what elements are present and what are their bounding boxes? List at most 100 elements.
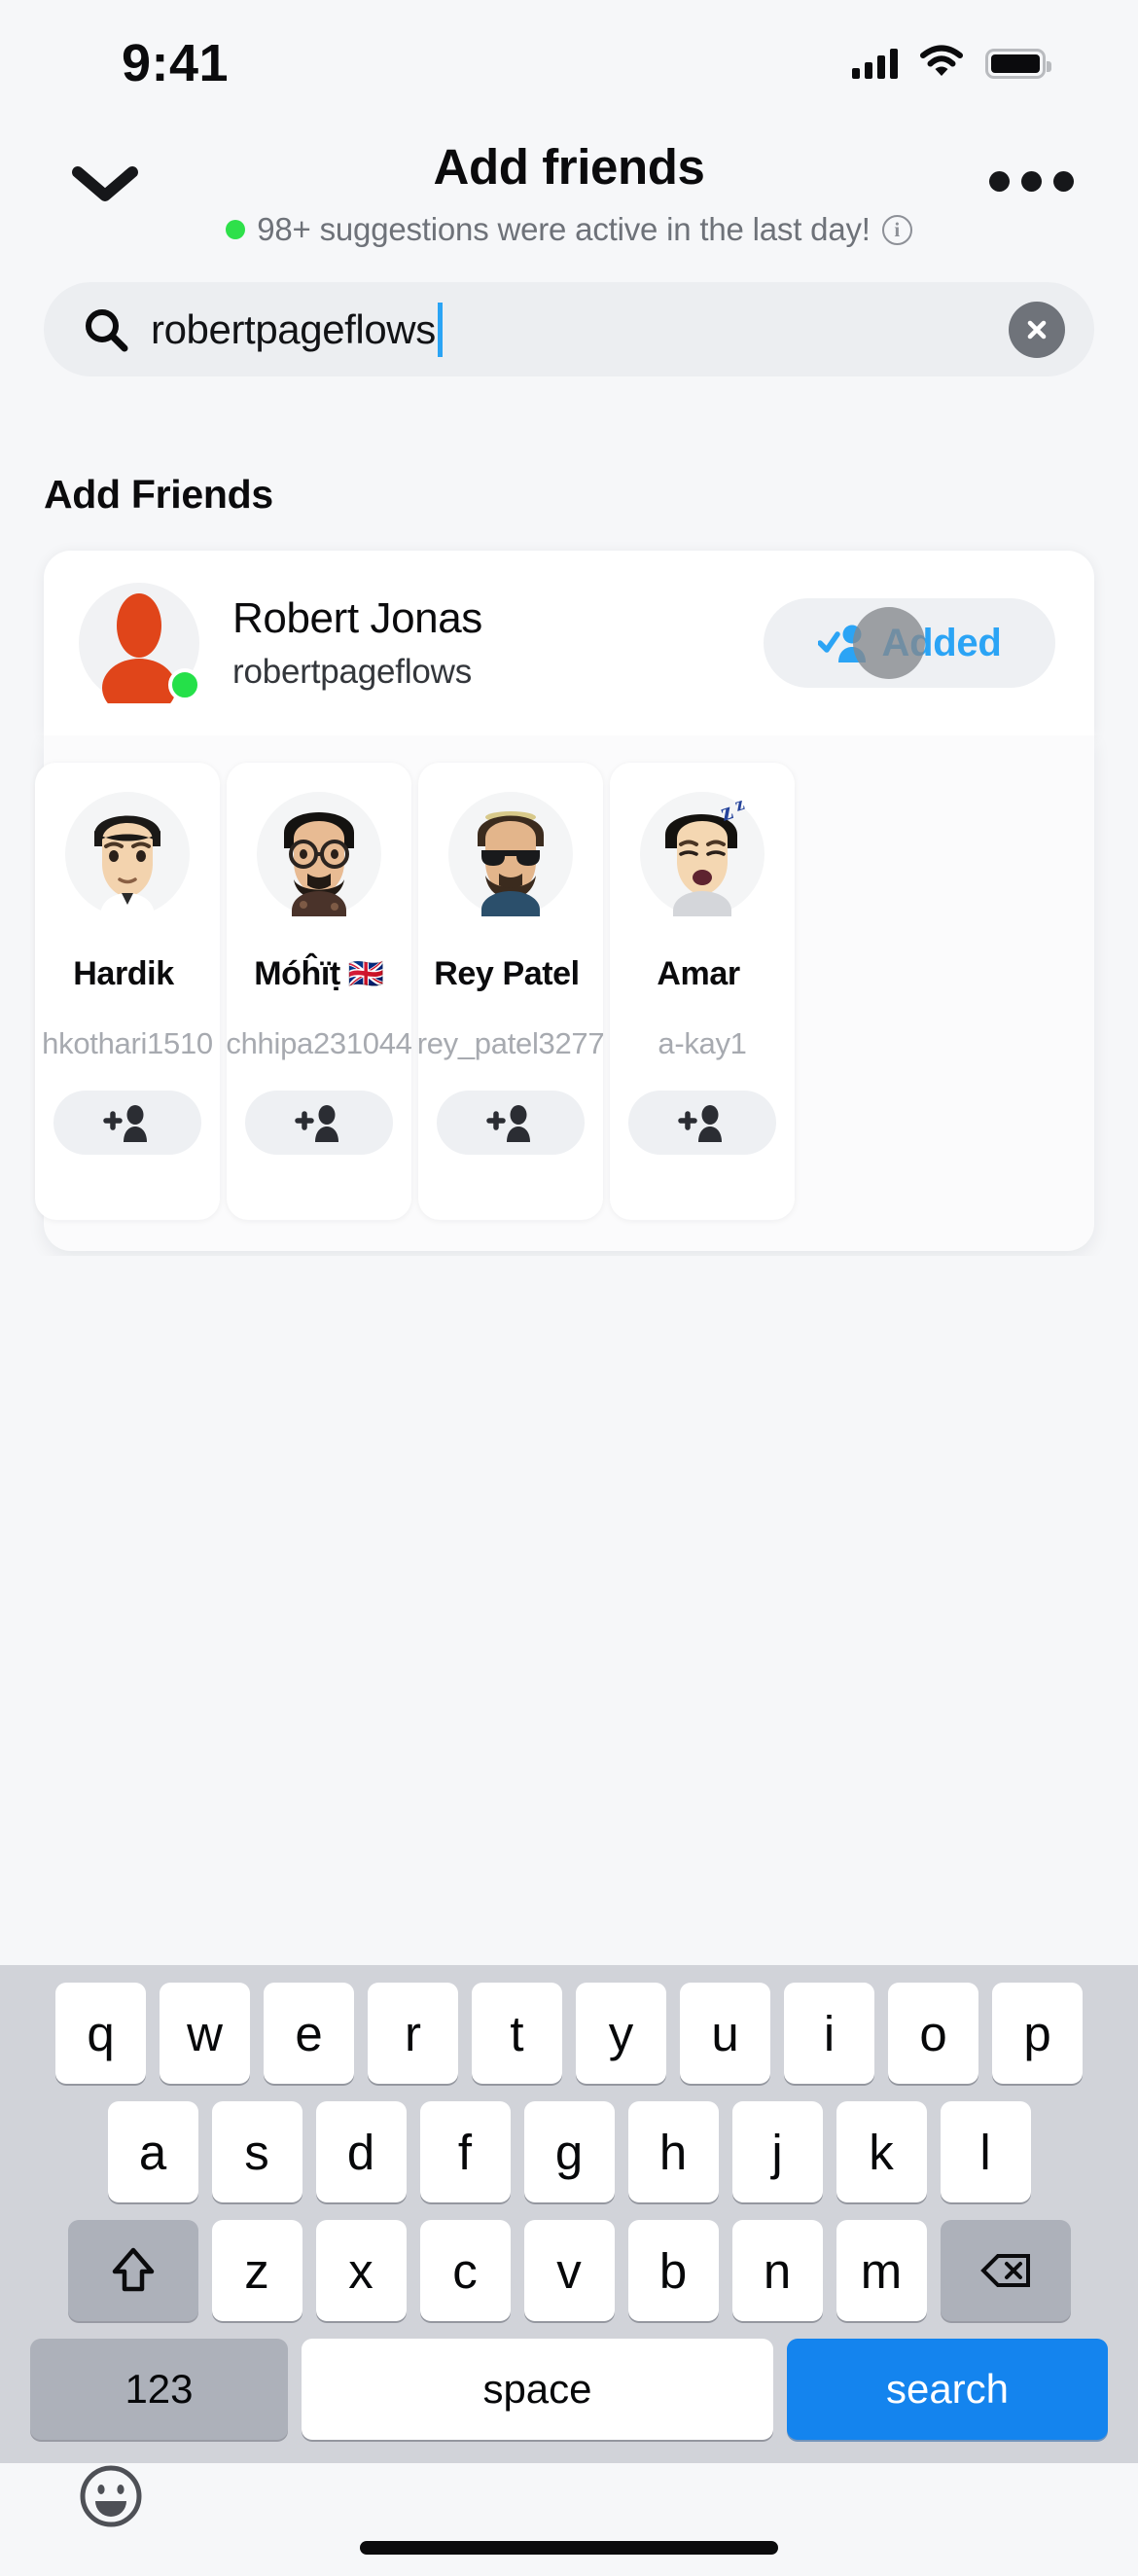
text-caret <box>437 302 443 357</box>
key-g[interactable]: g <box>523 2101 615 2202</box>
shift-icon[interactable] <box>67 2220 198 2321</box>
chevron-down-icon[interactable] <box>68 158 142 210</box>
more-options-icon[interactable] <box>984 152 1078 210</box>
add-friend-button[interactable] <box>245 1091 393 1155</box>
suggestion-card[interactable]: Móĥïṭ 🇬🇧 chhipa231044 <box>226 763 412 1220</box>
add-person-icon <box>678 1105 722 1142</box>
cellular-signal-icon <box>852 48 898 79</box>
suggestion-card[interactable]: z z Amar a-kay1 <box>610 763 795 1220</box>
key-h[interactable]: h <box>627 2101 719 2202</box>
suggestion-name: Rey Patel <box>434 955 580 992</box>
key-v[interactable]: v <box>523 2220 615 2321</box>
page-title: Add friends <box>433 139 705 195</box>
add-friend-button[interactable] <box>53 1091 201 1155</box>
suggestion-username: chhipa231044 <box>226 1026 412 1060</box>
search-bar-container: robertpageflows <box>44 282 1094 376</box>
add-person-icon <box>103 1105 147 1142</box>
online-status-dot <box>168 668 201 701</box>
add-person-icon <box>295 1105 338 1142</box>
key-y[interactable]: y <box>576 1983 666 2084</box>
space-key[interactable]: space <box>302 2339 773 2440</box>
suggestion-card[interactable]: Hardik hkothari1510 <box>35 763 220 1220</box>
key-r[interactable]: r <box>368 1983 458 2084</box>
key-j[interactable]: j <box>731 2101 823 2202</box>
add-friend-button[interactable] <box>628 1091 776 1155</box>
key-c[interactable]: c <box>419 2220 511 2321</box>
key-d[interactable]: d <box>315 2101 407 2202</box>
key-w[interactable]: w <box>160 1983 250 2084</box>
active-status-dot <box>226 220 246 239</box>
keyboard-bottom-row <box>0 2440 1138 2576</box>
svg-text:z: z <box>732 793 747 816</box>
key-t[interactable]: t <box>472 1983 562 2084</box>
keyboard-row-2: a s d f g h j k l <box>0 2101 1138 2202</box>
search-result-row[interactable]: Robert Jonas robertpageflows Added <box>44 551 1094 735</box>
key-p[interactable]: p <box>992 1983 1083 2084</box>
suggestion-name: Hardik <box>73 955 174 992</box>
suggestion-name: Móĥïṭ <box>254 955 340 992</box>
key-b[interactable]: b <box>627 2220 719 2321</box>
suggestions-status-label: 98+ suggestions were active in the last … <box>257 211 871 247</box>
bitmoji-avatar-icon <box>257 792 381 916</box>
key-o[interactable]: o <box>888 1983 978 2084</box>
key-q[interactable]: q <box>55 1983 146 2084</box>
key-u[interactable]: u <box>680 1983 770 2084</box>
search-icon <box>83 306 129 353</box>
battery-icon <box>985 48 1051 79</box>
suggestion-card[interactable]: Rey Patel rey_patel3277 <box>416 763 605 1220</box>
result-display-name: Robert Jonas <box>232 594 482 643</box>
suggestion-username: a-kay1 <box>658 1026 747 1060</box>
added-button[interactable]: Added <box>764 598 1055 688</box>
result-info: Robert Jonas robertpageflows <box>232 594 764 692</box>
avatar[interactable] <box>79 583 201 703</box>
bitmoji-avatar-icon <box>65 792 190 916</box>
backspace-icon[interactable] <box>940 2220 1071 2321</box>
suggestion-name-wrap: Hardik <box>73 955 181 993</box>
suggestions-row: Hardik hkothari1510 Móĥïṭ 🇬🇧 chhipa23104… <box>35 763 795 1220</box>
suggestions-status[interactable]: 98+ suggestions were active in the last … <box>0 211 1138 248</box>
key-l[interactable]: l <box>940 2101 1031 2202</box>
key-i[interactable]: i <box>784 1983 874 2084</box>
suggestion-name-wrap: Móĥïṭ 🇬🇧 <box>254 955 384 993</box>
emoji-icon[interactable] <box>76 2461 146 2531</box>
status-bar-time: 9:41 <box>122 34 230 92</box>
key-a[interactable]: a <box>107 2101 198 2202</box>
keyboard-row-4: 123 space search <box>0 2339 1138 2440</box>
result-username: robertpageflows <box>232 652 473 691</box>
suggestion-name-wrap: Rey Patel <box>434 955 587 993</box>
add-friend-button[interactable] <box>437 1091 585 1155</box>
search-key[interactable]: search <box>787 2339 1108 2440</box>
suggestion-username: hkothari1510 <box>42 1026 213 1060</box>
home-indicator <box>360 2541 778 2555</box>
suggestion-name-wrap: Amar <box>657 955 747 993</box>
search-input[interactable]: robertpageflows <box>44 282 1094 376</box>
suggestion-username: rey_patel3277 <box>416 1026 605 1060</box>
bitmoji-avatar-icon: z z <box>640 792 765 916</box>
key-f[interactable]: f <box>419 2101 511 2202</box>
status-bar: 9:41 <box>0 0 1138 126</box>
search-input-value-wrap: robertpageflows <box>151 302 1009 357</box>
wifi-icon <box>919 45 964 83</box>
status-bar-indicators <box>852 45 1051 83</box>
key-e[interactable]: e <box>264 1983 354 2084</box>
key-x[interactable]: x <box>315 2220 407 2321</box>
nav-header: Add friends 98+ suggestions were active … <box>0 126 1138 247</box>
add-person-icon <box>486 1105 530 1142</box>
key-s[interactable]: s <box>211 2101 302 2202</box>
section-title: Add Friends <box>44 472 273 517</box>
added-button-label: Added <box>881 621 1002 664</box>
key-z[interactable]: z <box>211 2220 302 2321</box>
keyboard-row-3: z x c v b n m <box>0 2220 1138 2321</box>
key-n[interactable]: n <box>731 2220 823 2321</box>
suggestions-carousel[interactable]: Hardik hkothari1510 Móĥïṭ 🇬🇧 chhipa23104… <box>0 735 1138 1256</box>
suggestion-name: Amar <box>657 955 740 992</box>
keyboard-row-1: q w e r t y u i o p <box>0 1983 1138 2084</box>
numbers-key[interactable]: 123 <box>30 2339 288 2440</box>
on-screen-keyboard[interactable]: q w e r t y u i o p a s d f g h j k l z … <box>0 1965 1138 2555</box>
key-m[interactable]: m <box>836 2220 927 2321</box>
key-k[interactable]: k <box>836 2101 927 2202</box>
country-flag-icon: 🇬🇧 <box>347 958 384 990</box>
info-icon[interactable]: i <box>881 214 912 245</box>
person-check-icon <box>816 622 867 664</box>
clear-icon[interactable] <box>1009 301 1065 358</box>
